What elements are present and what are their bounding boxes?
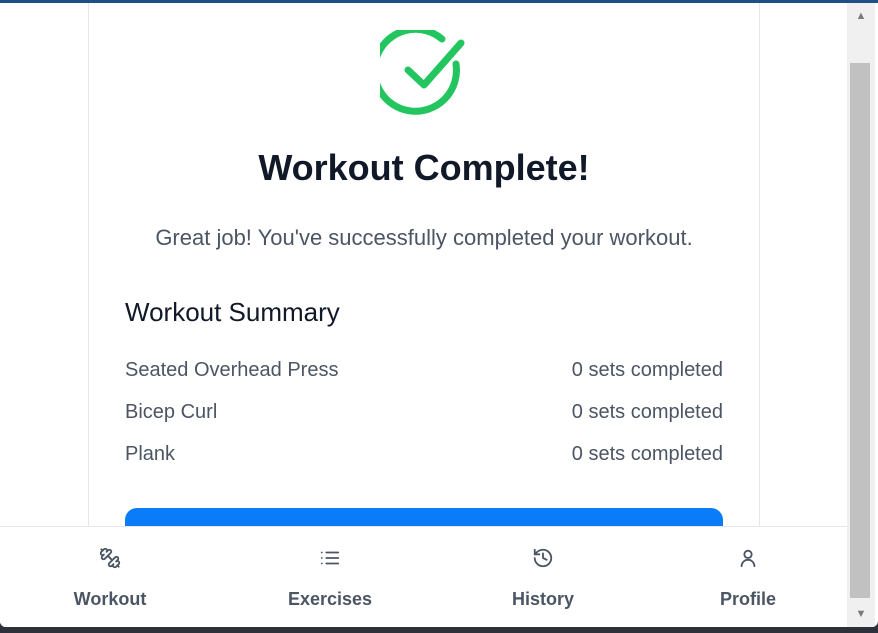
completion-message: Great job! You've successfully completed… xyxy=(155,225,693,250)
page-title: Workout Complete! xyxy=(258,147,590,188)
dumbbell-icon xyxy=(99,547,121,569)
completion-card: Workout Complete! Great job! You've succ… xyxy=(88,3,760,548)
sets-completed: 0 sets completed xyxy=(571,443,723,465)
check-circle-icon xyxy=(371,25,470,120)
nav-label-profile: Profile xyxy=(719,589,776,609)
summary-row: Seated Overhead Press 0 sets completed xyxy=(125,359,723,401)
exercise-name: Bicep Curl xyxy=(125,401,218,423)
bottom-nav: Workout Exercises History Profile xyxy=(0,526,847,627)
nav-label-workout: Workout xyxy=(73,589,147,609)
nav-item-exercises[interactable]: Exercises xyxy=(250,527,410,627)
scroll-down-arrow-icon[interactable]: ▼ xyxy=(847,603,875,625)
nav-label-exercises: Exercises xyxy=(287,589,373,609)
exercise-name: Seated Overhead Press xyxy=(125,359,339,381)
exercise-name: Plank xyxy=(125,443,176,465)
nav-item-workout[interactable]: Workout xyxy=(30,527,190,627)
list-icon xyxy=(320,551,340,565)
summary-row: Bicep Curl 0 sets completed xyxy=(125,401,723,443)
app-window: Workout Complete! Great job! You've succ… xyxy=(0,0,878,627)
summary-list: Seated Overhead Press 0 sets completed B… xyxy=(125,359,723,485)
page-viewport: Workout Complete! Great job! You've succ… xyxy=(0,3,847,627)
scroll-up-arrow-icon[interactable]: ▲ xyxy=(847,5,875,27)
summary-row: Plank 0 sets completed xyxy=(125,443,723,485)
nav-label-history: History xyxy=(511,589,574,609)
nav-item-history[interactable]: History xyxy=(463,527,623,627)
user-icon xyxy=(740,549,756,568)
history-icon xyxy=(533,548,553,568)
summary-heading: Workout Summary xyxy=(125,297,340,327)
sets-completed: 0 sets completed xyxy=(571,359,723,381)
scrollbar-thumb[interactable] xyxy=(850,63,870,598)
nav-item-profile[interactable]: Profile xyxy=(668,527,828,627)
vertical-scrollbar[interactable]: ▲ ▼ xyxy=(847,3,875,627)
sets-completed: 0 sets completed xyxy=(571,401,723,423)
